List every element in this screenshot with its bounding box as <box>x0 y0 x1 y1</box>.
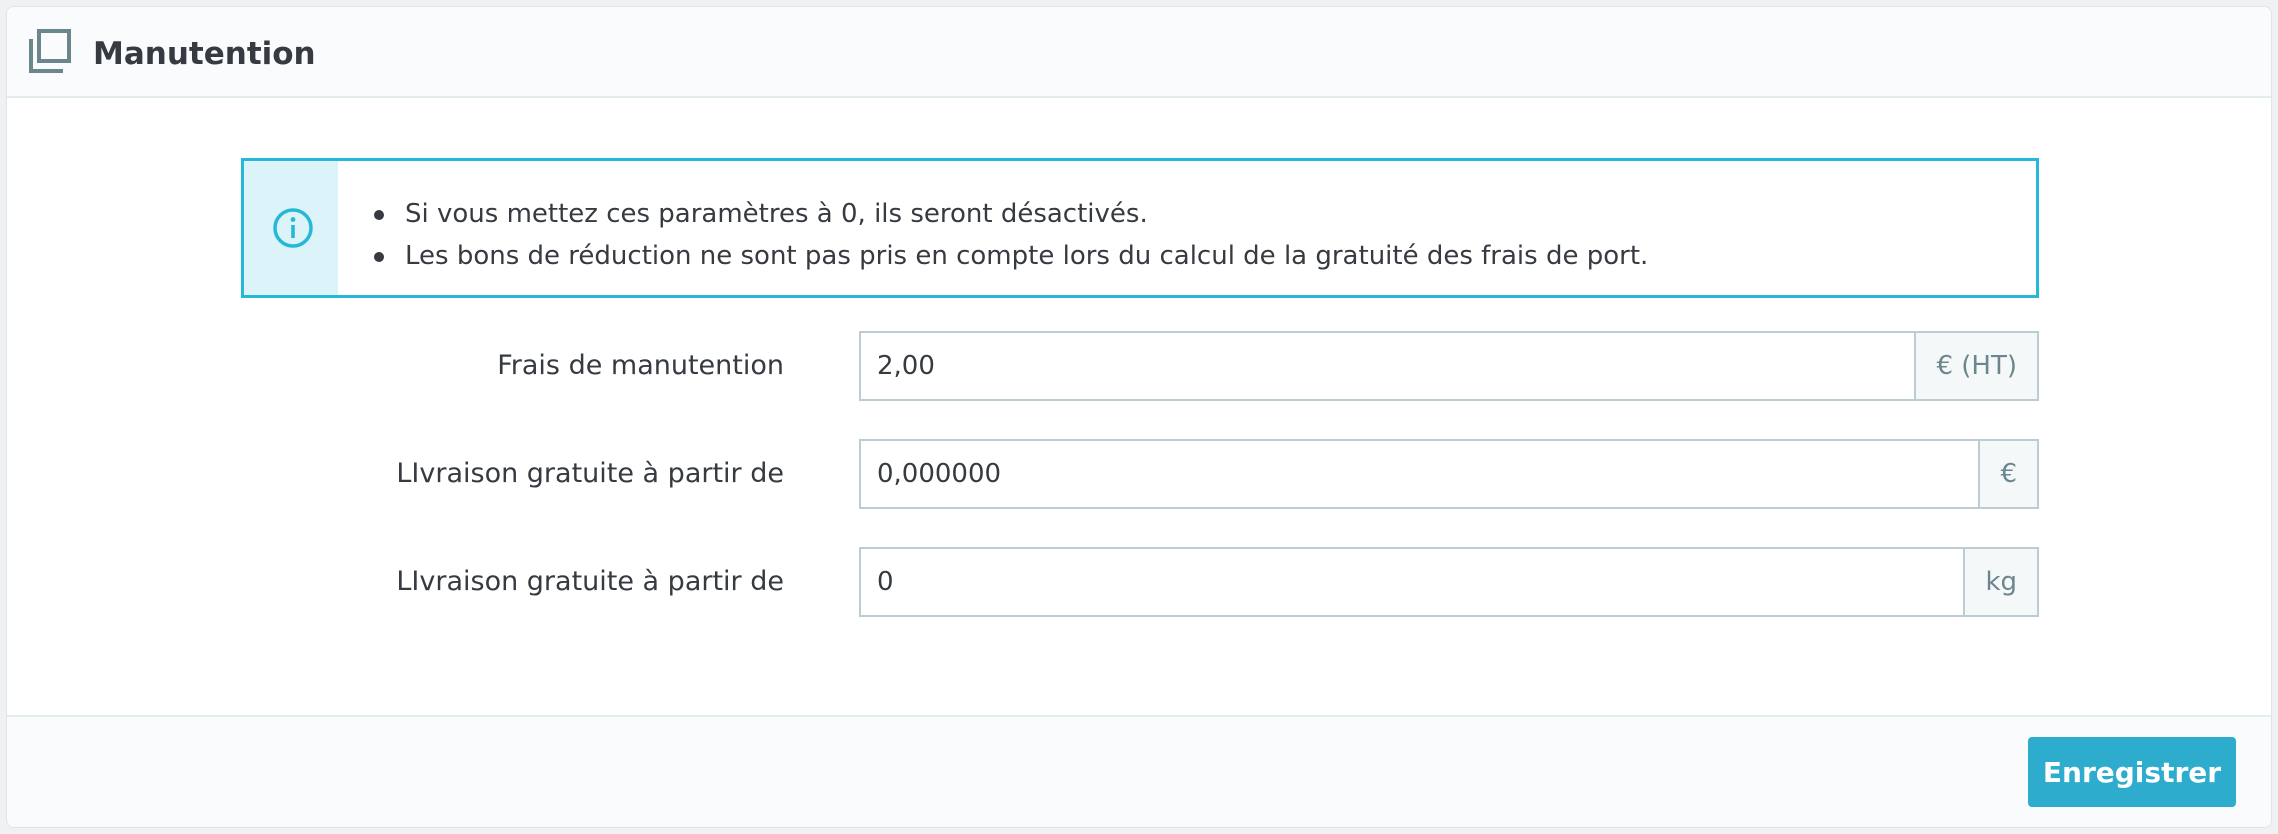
currency-addon: € <box>1978 439 2039 509</box>
free-shipping-price-label: LIvraison gratuite à partir de <box>396 458 784 489</box>
save-button[interactable]: Enregistrer <box>2028 737 2236 807</box>
alert-icon-column <box>244 161 338 295</box>
form-row-free-shipping-price: LIvraison gratuite à partir de € <box>7 439 2271 509</box>
alert-item: Les bons de réduction ne sont pas pris e… <box>370 235 1648 277</box>
handling-fee-input-group: € (HT) <box>859 331 2039 401</box>
copy-icon <box>29 29 71 73</box>
handling-fee-label: Frais de manutention <box>497 350 784 381</box>
panel-footer: Enregistrer <box>7 715 2271 827</box>
free-shipping-weight-input-group: kg <box>859 547 2039 617</box>
panel-title: Manutention <box>93 36 316 72</box>
alert-item: Si vous mettez ces paramètres à 0, ils s… <box>370 193 1648 235</box>
handling-fee-input[interactable] <box>859 331 1915 401</box>
free-shipping-price-input[interactable] <box>859 439 1979 509</box>
weight-unit-addon: kg <box>1963 547 2039 617</box>
form-row-handling-fee: Frais de manutention € (HT) <box>7 331 2271 401</box>
currency-ht-addon: € (HT) <box>1914 331 2039 401</box>
free-shipping-price-input-group: € <box>859 439 2039 509</box>
alert-list: Si vous mettez ces paramètres à 0, ils s… <box>370 193 1648 277</box>
form-row-free-shipping-weight: LIvraison gratuite à partir de kg <box>7 547 2271 617</box>
panel-header: Manutention <box>7 7 2271 98</box>
info-icon <box>273 208 313 248</box>
free-shipping-weight-input[interactable] <box>859 547 1964 617</box>
handling-panel: Manutention Si vous mettez ces paramètre… <box>6 6 2272 828</box>
free-shipping-weight-label: LIvraison gratuite à partir de <box>396 566 784 597</box>
info-alert: Si vous mettez ces paramètres à 0, ils s… <box>241 158 2039 298</box>
